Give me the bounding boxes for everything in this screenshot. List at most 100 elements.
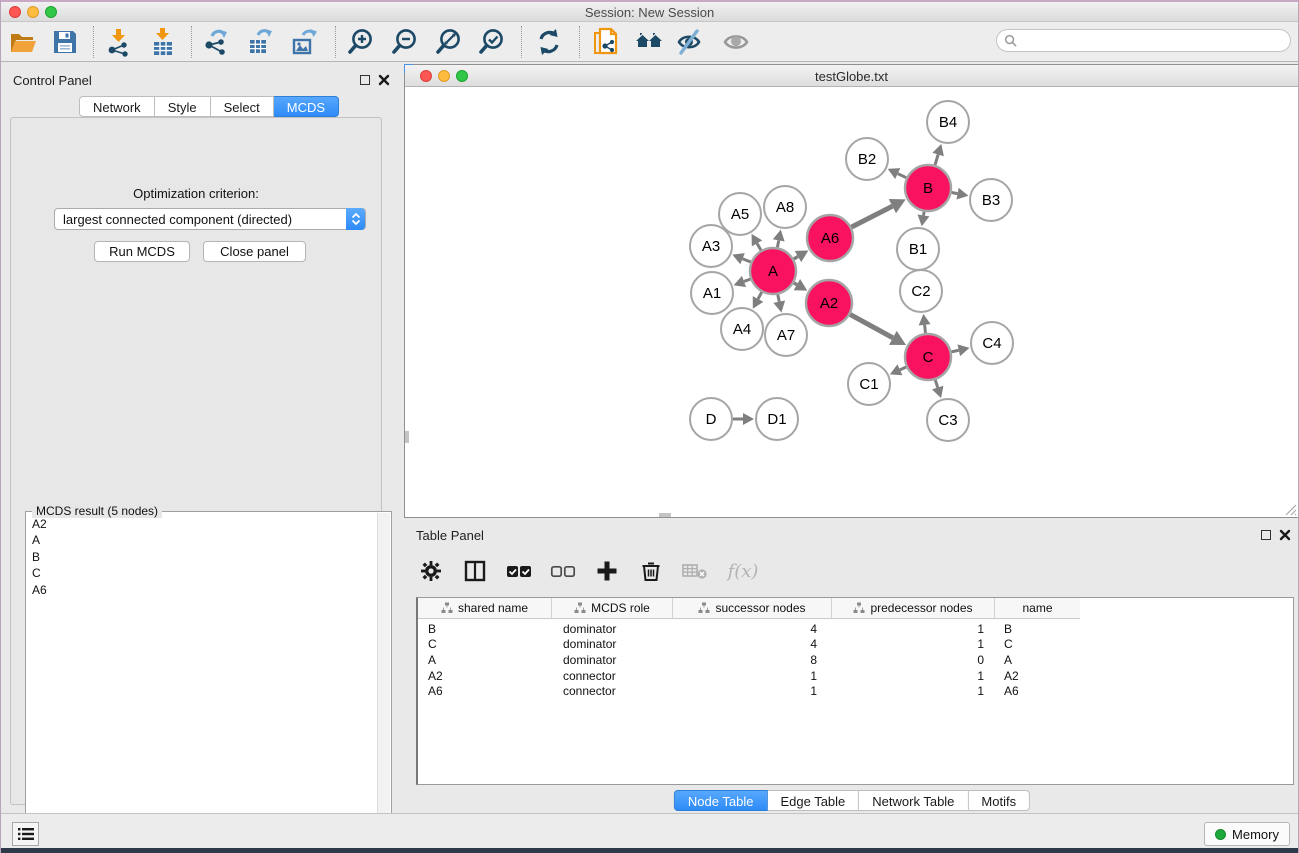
table-toolbar: f(x) <box>416 550 762 592</box>
result-scrollbar[interactable] <box>377 513 390 849</box>
tab-network-table[interactable]: Network Table <box>859 790 968 811</box>
select-all-icon[interactable] <box>504 556 534 586</box>
table-panel: Table Panel <box>404 522 1299 813</box>
toolbar-separator <box>579 26 580 58</box>
mcds-result-list[interactable]: A2 A B C A6 <box>28 516 376 848</box>
create-column-icon[interactable] <box>592 556 622 586</box>
graph-node-label: B4 <box>939 114 957 131</box>
graph-node-label: B2 <box>858 151 876 168</box>
tab-select[interactable]: Select <box>211 96 274 117</box>
column-header[interactable]: predecessor nodes <box>832 598 995 618</box>
tree-icon <box>441 602 453 614</box>
table-row[interactable]: A2connector11A2 <box>418 668 1293 684</box>
list-item[interactable]: C <box>28 566 376 583</box>
fx-label: f(x) <box>728 561 759 582</box>
network-graph[interactable]: AA1A2A3A4A5A6A7A8BB1B2B3B4CC1C2C3C4DD1 <box>405 88 1298 517</box>
table-row[interactable]: A6connector11A6 <box>418 683 1293 699</box>
graph-node-label: B3 <box>982 192 1000 209</box>
zoom-fit-icon[interactable] <box>431 25 467 59</box>
zoom-selected-icon[interactable] <box>474 25 510 59</box>
network-view-window: testGlobe.txt AA1A2A3A4A5A6A7A8BB1B2B3B4… <box>404 64 1299 518</box>
zoom-out-icon[interactable] <box>387 25 423 59</box>
export-image-icon[interactable] <box>287 25 323 59</box>
resize-grip[interactable] <box>1283 502 1297 516</box>
graph-node-label: A3 <box>702 238 720 255</box>
node-table[interactable]: shared name MCDS role successor nodes pr… <box>416 597 1294 785</box>
import-table-icon[interactable] <box>145 25 181 59</box>
close-panel-button[interactable]: Close panel <box>203 241 306 262</box>
function-builder-icon[interactable]: f(x) <box>724 556 762 586</box>
close-panel-icon[interactable] <box>378 74 390 86</box>
show-details-icon[interactable] <box>718 25 754 59</box>
list-item[interactable]: A6 <box>28 582 376 599</box>
zoom-in-icon[interactable] <box>343 25 379 59</box>
toolbar-separator <box>191 26 192 58</box>
float-panel-icon[interactable] <box>360 75 370 85</box>
table-row[interactable]: Cdominator41C <box>418 637 1293 653</box>
table-row[interactable]: Bdominator41B <box>418 621 1293 637</box>
search-field[interactable] <box>996 29 1291 52</box>
window-title: Session: New Session <box>1 5 1298 20</box>
control-panel: Control Panel Network Style Select MCDS … <box>1 67 391 813</box>
save-session-icon[interactable] <box>47 25 83 59</box>
open-session-icon[interactable] <box>5 25 41 59</box>
tab-network[interactable]: Network <box>79 96 155 117</box>
search-input[interactable] <box>1021 33 1290 49</box>
optimization-criterion-select[interactable]: largest connected component (directed) <box>54 208 366 230</box>
tab-motifs[interactable]: Motifs <box>968 790 1030 811</box>
deselect-all-icon[interactable] <box>548 556 578 586</box>
table-panel-title: Table Panel <box>416 528 484 543</box>
application-window: Session: New Session <box>0 0 1299 853</box>
list-item[interactable]: A2 <box>28 516 376 533</box>
task-history-button[interactable] <box>12 822 39 846</box>
run-mcds-button[interactable]: Run MCDS <box>94 241 190 262</box>
graph-node-label: A <box>768 263 778 280</box>
table-row[interactable]: Adominator80A <box>418 652 1293 668</box>
table-settings-icon[interactable] <box>416 556 446 586</box>
main-toolbar <box>1 22 1298 62</box>
float-panel-icon[interactable] <box>1261 530 1271 540</box>
close-panel-icon[interactable] <box>1279 529 1291 541</box>
desktop-edge <box>1 848 1298 853</box>
delete-table-icon[interactable] <box>680 556 710 586</box>
chevron-up-down-icon <box>346 208 365 230</box>
titlebar: Session: New Session <box>1 2 1298 22</box>
tab-mcds[interactable]: MCDS <box>274 96 339 117</box>
tree-icon <box>574 602 586 614</box>
delete-column-icon[interactable] <box>636 556 666 586</box>
column-layout-icon[interactable] <box>460 556 490 586</box>
memory-status-icon <box>1215 829 1226 840</box>
graph-node-label: C3 <box>938 412 957 429</box>
network-canvas[interactable]: AA1A2A3A4A5A6A7A8BB1B2B3B4CC1C2C3C4DD1 <box>405 88 1298 517</box>
column-header[interactable]: MCDS role <box>552 598 673 618</box>
graph-node-label: C1 <box>859 376 878 393</box>
column-header[interactable]: shared name <box>418 598 552 618</box>
export-network-icon[interactable] <box>199 25 235 59</box>
graph-node-label: A2 <box>820 295 838 312</box>
table-header-row: shared name MCDS role successor nodes pr… <box>418 598 1080 619</box>
graph-node-label: C <box>923 349 934 366</box>
refresh-icon[interactable] <box>531 25 567 59</box>
search-icon <box>1004 34 1017 47</box>
memory-button[interactable]: Memory <box>1204 822 1290 846</box>
list-item[interactable]: B <box>28 549 376 566</box>
graph-node-label: B <box>923 180 933 197</box>
tab-style[interactable]: Style <box>155 96 211 117</box>
tab-node-table[interactable]: Node Table <box>674 790 768 811</box>
list-item[interactable]: A <box>28 533 376 550</box>
export-table-icon[interactable] <box>243 25 279 59</box>
new-network-from-file-icon[interactable] <box>588 25 624 59</box>
column-header[interactable]: name <box>995 598 1080 618</box>
first-neighbors-icon[interactable] <box>631 25 667 59</box>
tree-icon <box>698 602 710 614</box>
import-network-icon[interactable] <box>101 25 137 59</box>
tab-edge-table[interactable]: Edge Table <box>767 790 859 811</box>
graph-node-label: A8 <box>776 199 794 216</box>
column-header[interactable]: successor nodes <box>673 598 832 618</box>
hide-details-icon[interactable] <box>671 25 707 59</box>
graph-node-label: D1 <box>767 411 786 428</box>
table-tabs: Node Table Edge Table Network Table Moti… <box>674 790 1030 811</box>
optimization-criterion-value: largest connected component (directed) <box>63 212 292 227</box>
graph-node-label: A6 <box>821 230 839 247</box>
graph-node-label: A1 <box>703 285 721 302</box>
